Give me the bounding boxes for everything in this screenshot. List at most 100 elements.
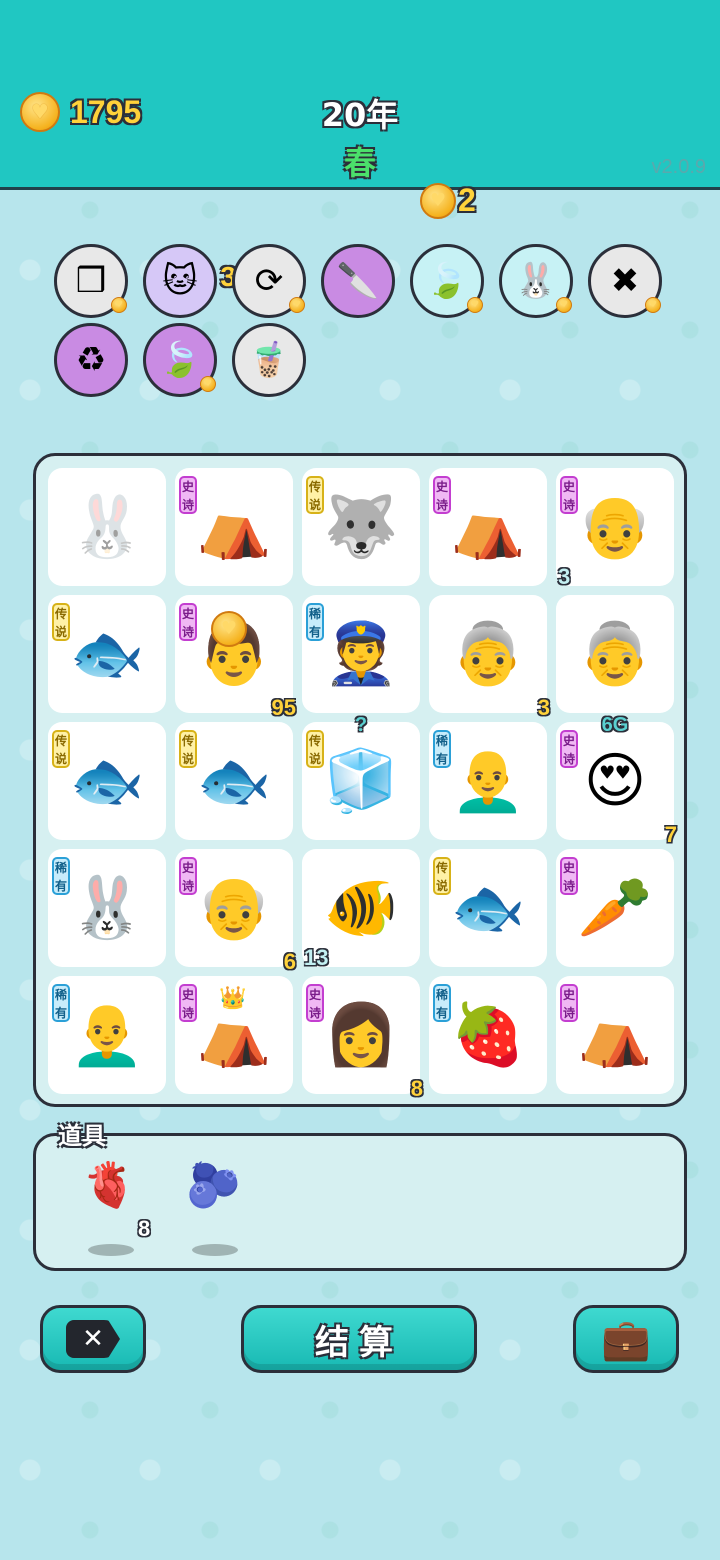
skill-sugar-cubes[interactable]: ❒ xyxy=(54,244,128,318)
rarity-tag: 史诗 xyxy=(179,603,197,641)
rarity-tag: 史诗 xyxy=(179,984,197,1022)
leaf-2-icon: 🍃 xyxy=(158,340,202,380)
symbol-icon: 👵 xyxy=(450,619,526,689)
rarity-tag: 史诗 xyxy=(433,476,451,514)
coin-icon xyxy=(211,611,247,647)
skill-leaf-2[interactable]: 🍃 xyxy=(143,323,217,397)
skill-cat-coin[interactable]: 🐱 3 xyxy=(143,244,236,318)
item-shadow xyxy=(192,1244,238,1256)
board-cell[interactable]: 👮 稀有 xyxy=(302,595,420,713)
top-bar: 1795 20年 春 v2.0.9 xyxy=(0,0,720,190)
board-cell[interactable]: 👨史诗95 xyxy=(175,595,296,720)
board-cell[interactable]: ⛺ 史诗 👑 xyxy=(175,976,293,1094)
remove-button[interactable]: ✕ xyxy=(40,1305,146,1373)
symbol-icon: 🍓 xyxy=(450,1000,526,1070)
symbol-icon: 🐠 xyxy=(323,873,399,943)
symbol-icon: 🐰 xyxy=(69,492,145,562)
coin-badge-icon xyxy=(200,376,216,392)
coin-badge-icon xyxy=(645,297,661,313)
briefcase-icon: 💼 xyxy=(601,1316,651,1363)
symbol-icon: 👮 xyxy=(323,619,399,689)
board-cell[interactable]: 🐰 稀有 xyxy=(48,849,166,967)
skill-bubble-tea[interactable]: 🧋 xyxy=(232,323,306,397)
rarity-tag: 稀有 xyxy=(306,603,324,641)
symbol-count: 3 xyxy=(558,564,571,589)
board-cell[interactable]: ⛺ 史诗 xyxy=(175,468,293,586)
board-cell[interactable]: ⛺ 史诗 xyxy=(556,976,674,1094)
symbol-count: 13 xyxy=(304,945,329,970)
item-blueberry[interactable]: 🫐 xyxy=(180,1136,250,1256)
close-tag-icon: ✕ xyxy=(66,1320,120,1358)
skill-cleaver[interactable]: 🔪 xyxy=(321,244,395,318)
rabbit-icon: 🐰 xyxy=(514,261,558,301)
board-cell[interactable]: 👨‍🦲 稀有 xyxy=(429,722,547,840)
board-cell[interactable]: 👨‍🦲 稀有 xyxy=(48,976,166,1094)
board-cell[interactable]: ⛺ 史诗 xyxy=(429,468,547,586)
rarity-tag: 传说 xyxy=(52,730,70,768)
board-cell[interactable]: 👩 史诗 8 xyxy=(302,976,423,1101)
rarity-tag: 史诗 xyxy=(179,857,197,895)
rarity-tag: 稀有 xyxy=(433,984,451,1022)
coin-badge-icon xyxy=(111,297,127,313)
settle-button[interactable]: 结算 xyxy=(241,1305,477,1373)
board-cell[interactable]: 🐟 传说 xyxy=(48,595,166,713)
skill-delete-tag[interactable]: ✖ xyxy=(588,244,662,318)
board-cell[interactable]: 🥕 史诗 xyxy=(556,849,674,967)
rarity-tag: 传说 xyxy=(52,603,70,641)
delete-tag-icon: ✖ xyxy=(610,261,640,301)
symbol-count: 7 xyxy=(664,822,677,847)
coin-badge-icon xyxy=(556,297,572,313)
skill-rabbit[interactable]: 🐰 xyxy=(499,244,573,318)
symbol-icon: 🥕 xyxy=(577,873,653,943)
symbol-count: 6 xyxy=(283,949,296,974)
symbol-note: 6G xyxy=(601,714,629,736)
symbol-icon: 🐺 xyxy=(323,492,399,562)
symbol-icon: 🐰 xyxy=(69,873,145,943)
symbol-icon: 🐟 xyxy=(196,746,272,816)
symbol-icon: 🧊 xyxy=(323,746,399,816)
symbol-icon: 🐟 xyxy=(450,873,526,943)
board-cell[interactable]: 👴 史诗 3 xyxy=(556,468,674,589)
rarity-tag: 传说 xyxy=(433,857,451,895)
board-cell[interactable]: 👵 3 xyxy=(429,595,550,720)
board-cell[interactable]: 🐠 13 xyxy=(302,849,420,970)
board-cell[interactable]: 🧊 传说? xyxy=(302,714,420,840)
skill-leaf[interactable]: 🍃 xyxy=(410,244,484,318)
symbol-icon: 👨‍🦲 xyxy=(450,746,526,816)
symbol-icon: 🐟 xyxy=(69,619,145,689)
board-cell[interactable]: 👴 史诗 6 xyxy=(175,849,296,974)
crown-icon: 👑 xyxy=(219,986,247,1011)
rarity-tag: 史诗 xyxy=(306,984,324,1022)
symbol-icon: 👵 xyxy=(577,619,653,689)
board-cell[interactable]: 👵 xyxy=(556,595,674,713)
board-cell[interactable]: 😍 史诗 6G 7 xyxy=(556,714,677,847)
items-title: 道具 xyxy=(58,1122,106,1150)
settle-button-label: 结算 xyxy=(315,1322,403,1363)
board-cell[interactable]: 🐟 传说 xyxy=(429,849,547,967)
season-label: 春 xyxy=(343,144,376,182)
symbol-icon: 👨‍🦲 xyxy=(69,1000,145,1070)
board-cell[interactable]: 🐰 xyxy=(48,468,166,586)
rarity-tag: 史诗 xyxy=(179,476,197,514)
backpack-button[interactable]: 💼 xyxy=(573,1305,679,1373)
rarity-tag: 传说 xyxy=(306,476,324,514)
board-cell[interactable]: 🍓 稀有 xyxy=(429,976,547,1094)
symbol-icon: 👩 xyxy=(323,1000,399,1070)
items-panel: 🫀 8 🫐 xyxy=(33,1133,687,1271)
board-cell[interactable]: 🐟 传说 xyxy=(175,722,293,840)
rarity-tag: 稀有 xyxy=(433,730,451,768)
board-cell[interactable]: 🐺 传说 xyxy=(302,468,420,586)
refresh-icon: ⟳ xyxy=(254,261,284,301)
symbol-icon: 👴 xyxy=(577,492,653,562)
rarity-tag: 稀有 xyxy=(52,984,70,1022)
symbol-icon: ⛺ xyxy=(196,1000,272,1070)
symbol-note: ? xyxy=(354,714,368,736)
symbol-icon: 😍 xyxy=(583,746,647,816)
skill-recycle[interactable]: ♻ xyxy=(54,323,128,397)
symbol-icon: 👴 xyxy=(196,873,272,943)
rarity-tag: 传说 xyxy=(179,730,197,768)
symbol-icon: ⛺ xyxy=(196,492,272,562)
skill-refresh[interactable]: ⟳ xyxy=(232,244,306,318)
board-cell[interactable]: 🐟 传说 xyxy=(48,722,166,840)
spin-cost-value: 2 xyxy=(458,182,476,218)
